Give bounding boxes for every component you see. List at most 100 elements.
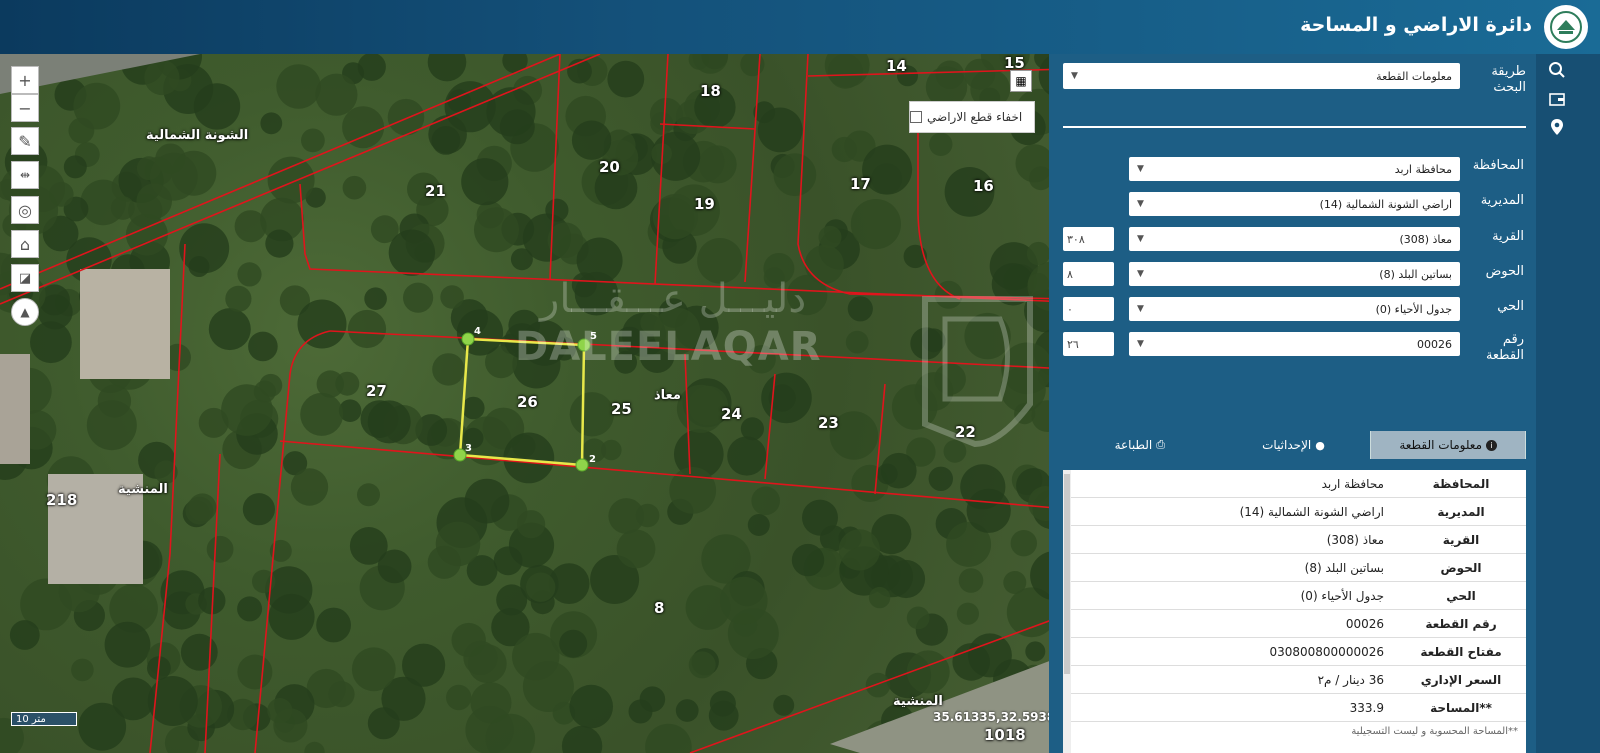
area-footnote: **المساحة المحسوبة و ليست التسجيلية xyxy=(1351,726,1518,737)
map-view[interactable]: 4 5 3 2 دليـــل عـــقـــار DALEELAQAR 14… xyxy=(0,54,1068,753)
village-value: معاذ (308) xyxy=(1399,232,1452,246)
parcel-number[interactable]: 16 xyxy=(973,177,994,195)
info-key: الحوض xyxy=(1440,560,1482,575)
neighborhood-select[interactable]: جدول الأحياء (0) ▼ xyxy=(1129,297,1460,321)
place-label: المنشية xyxy=(118,482,168,497)
location-pin-icon[interactable] xyxy=(1545,115,1569,139)
side-toolbar xyxy=(1536,54,1600,753)
directorate-select[interactable]: اراضي الشونة الشمالية (14) ▼ xyxy=(1129,192,1460,216)
info-icon: i xyxy=(1486,439,1498,451)
locate-icon[interactable]: ◎ xyxy=(11,196,39,224)
zoom-in-button[interactable]: + xyxy=(11,66,39,94)
info-key: المديرية xyxy=(1437,504,1485,519)
info-row: الحوض بساتين البلد (8) xyxy=(1071,554,1526,582)
tab-label: الطباعة xyxy=(1114,438,1153,452)
info-row: الحي جدول الأحياء (0) xyxy=(1071,582,1526,610)
tab-label: الإحداثيات xyxy=(1262,438,1312,452)
qr-icon[interactable]: ▦ xyxy=(1010,70,1032,92)
directorate-value: اراضي الشونة الشمالية (14) xyxy=(1319,197,1452,211)
parcel-number[interactable]: 19 xyxy=(694,195,715,213)
parcel-number[interactable]: 17 xyxy=(850,175,871,193)
zoom-out-button[interactable]: − xyxy=(11,94,39,122)
pencil-icon[interactable]: ✎ xyxy=(11,127,39,155)
governorate-select[interactable]: محافظة اربد ▼ xyxy=(1129,157,1460,181)
info-row: السعر الإداري 36 دينار / م٢ xyxy=(1071,666,1526,694)
info-row: المديرية اراضي الشونة الشمالية (14) xyxy=(1071,498,1526,526)
parcel-number[interactable]: 218 xyxy=(46,491,77,509)
person-icon: ● xyxy=(1315,438,1325,452)
parcel-number[interactable]: 14 xyxy=(886,57,907,75)
search-method-select[interactable]: معلومات القطعة ▼ xyxy=(1063,63,1460,89)
village-code-input[interactable]: ٣٠٨ xyxy=(1063,227,1114,251)
place-label: المنشية xyxy=(893,694,943,709)
basin-value: بساتين البلد (8) xyxy=(1379,267,1452,281)
parcel-no-code-input[interactable]: ٢٦ xyxy=(1063,332,1114,356)
info-value: اراضي الشونة الشمالية (14) xyxy=(1239,504,1384,519)
place-label: معاذ xyxy=(654,388,681,403)
measure-icon[interactable]: ⇹ xyxy=(11,161,39,189)
chart-icon[interactable]: ◪ xyxy=(11,264,39,292)
compass-icon[interactable]: ▲ xyxy=(11,298,39,326)
basin-code-input[interactable]: ٨ xyxy=(1063,262,1114,286)
info-value: جدول الأحياء (0) xyxy=(1300,588,1384,603)
neighborhood-code-input[interactable]: ٠ xyxy=(1063,297,1114,321)
hide-parcels-toggle[interactable]: اخفاء قطع الاراضي xyxy=(909,101,1035,133)
parcel-number[interactable]: 22 xyxy=(955,423,976,441)
parcel-number[interactable]: 1018 xyxy=(984,726,1026,744)
app-title: دائرة الاراضي و المساحة xyxy=(1300,14,1532,36)
parcel-no-value: 00026 xyxy=(1417,337,1452,351)
info-value: محافظة اربد xyxy=(1321,476,1384,491)
info-key: رقم القطعة xyxy=(1425,616,1497,631)
dls-logo xyxy=(1544,5,1588,49)
info-value: بساتين البلد (8) xyxy=(1304,560,1384,575)
chevron-down-icon: ▼ xyxy=(1137,304,1144,314)
parcel-info-table: المحافظة محافظة اربد المديرية اراضي الشونة … xyxy=(1063,470,1526,753)
wallet-icon[interactable] xyxy=(1545,87,1569,111)
info-row: القرية معاذ (308) xyxy=(1071,526,1526,554)
tab-print[interactable]: ⎙ الطباعة xyxy=(1063,431,1217,459)
tab-coordinates[interactable]: ● الإحداثيات xyxy=(1217,431,1372,459)
scale-bar: 10 متر xyxy=(11,712,77,726)
chevron-down-icon: ▼ xyxy=(1071,71,1078,81)
parcel-number[interactable]: 20 xyxy=(599,158,620,176)
chevron-down-icon: ▼ xyxy=(1137,269,1144,279)
hide-parcels-label: اخفاء قطع الاراضي xyxy=(927,110,1023,124)
coordinate-readout: 35.61335,32.59381 xyxy=(933,710,1064,724)
home-icon[interactable]: ⌂ xyxy=(11,230,39,258)
info-key: الحي xyxy=(1446,588,1476,603)
chevron-down-icon: ▼ xyxy=(1137,164,1144,174)
parcel-number[interactable]: 23 xyxy=(818,414,839,432)
search-method-value: معلومات القطعة xyxy=(1376,69,1452,83)
governorate-value: محافظة اربد xyxy=(1394,162,1452,176)
parcel-number[interactable]: 18 xyxy=(700,82,721,100)
info-key: القرية xyxy=(1442,532,1480,547)
parcel-number[interactable]: 24 xyxy=(721,405,742,423)
info-tabs: i معلومات القطعة ● الإحداثيات ⎙ الطباعة xyxy=(1063,431,1526,459)
parcel-number[interactable]: 8 xyxy=(654,599,664,617)
chevron-down-icon: ▼ xyxy=(1137,339,1144,349)
printer-icon: ⎙ xyxy=(1156,438,1166,451)
neighborhood-value: جدول الأحياء (0) xyxy=(1375,302,1452,316)
info-value: 00026 xyxy=(1345,616,1384,631)
parcel-number[interactable]: 27 xyxy=(366,382,387,400)
hide-parcels-checkbox[interactable] xyxy=(910,111,922,123)
search-icon[interactable] xyxy=(1545,58,1569,82)
divider xyxy=(1063,126,1526,128)
parcel-number[interactable]: 21 xyxy=(425,182,446,200)
info-value: 36 دينار / م٢ xyxy=(1317,672,1384,687)
basin-select[interactable]: بساتين البلد (8) ▼ xyxy=(1129,262,1460,286)
tab-parcel-info[interactable]: i معلومات القطعة xyxy=(1371,431,1526,459)
basin-label: الحوض xyxy=(1485,264,1524,279)
parcel-number[interactable]: 26 xyxy=(517,393,538,411)
info-scrollbar[interactable] xyxy=(1063,470,1071,753)
info-row: **المساحة 333.9 xyxy=(1071,694,1526,722)
parcel-no-select[interactable]: 00026 ▼ xyxy=(1129,332,1460,356)
search-panel: طريقة البحث معلومات القطعة ▼ المحافظة مح… xyxy=(1049,54,1536,753)
search-method-label: طريقة البحث xyxy=(1491,64,1526,95)
directorate-label: المديرية xyxy=(1480,193,1524,208)
village-select[interactable]: معاذ (308) ▼ xyxy=(1129,227,1460,251)
app-header: دائرة الاراضي و المساحة xyxy=(0,0,1600,54)
info-key: مفتاح القطعة xyxy=(1420,644,1502,659)
parcel-number[interactable]: 25 xyxy=(611,400,632,418)
chevron-down-icon: ▼ xyxy=(1137,234,1144,244)
